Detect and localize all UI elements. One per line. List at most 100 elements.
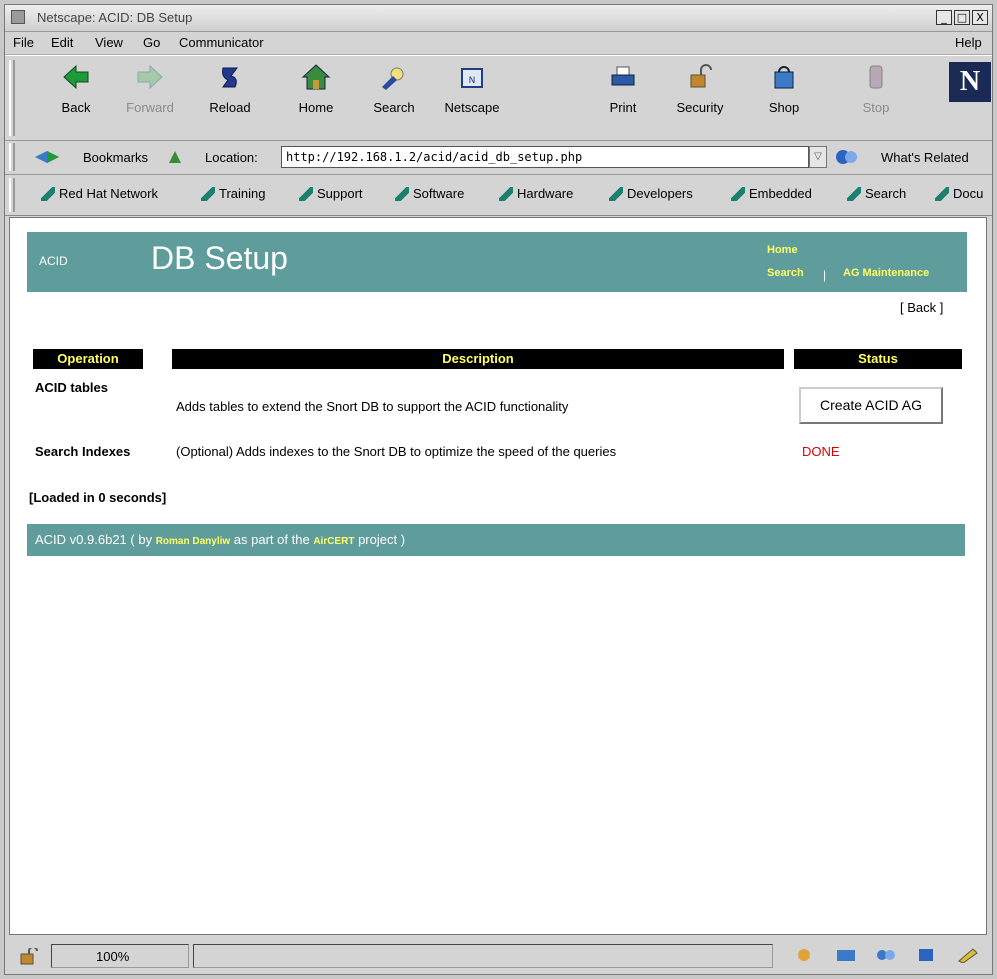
- bookmark-embedded[interactable]: Embedded: [731, 186, 812, 201]
- location-label: Location:: [205, 150, 258, 165]
- netscape-label: Netscape: [444, 100, 500, 115]
- bookmark-label: Developers: [627, 186, 693, 201]
- bookmark-label: Docu: [953, 186, 984, 201]
- search-icon: [359, 60, 429, 94]
- maximize-button[interactable]: □: [954, 10, 970, 25]
- description-acid-tables: Adds tables to extend the Snort DB to su…: [176, 399, 569, 414]
- navigator-icon[interactable]: [795, 947, 813, 966]
- bookmark-icon: [41, 186, 55, 201]
- description-search-indexes: (Optional) Adds indexes to the Snort DB …: [176, 444, 617, 459]
- netscape-portal-icon: N: [437, 60, 507, 94]
- back-button[interactable]: Back: [41, 60, 111, 115]
- security-status-icon[interactable]: [19, 946, 39, 969]
- personal-grip[interactable]: [9, 178, 15, 212]
- bookmark-label: Software: [413, 186, 465, 201]
- column-header-operation: Operation: [33, 349, 143, 369]
- toolbar-grip[interactable]: [9, 60, 15, 136]
- component-bar: [789, 944, 989, 968]
- whats-related-icon[interactable]: [833, 148, 863, 169]
- status-done: DONE: [802, 444, 840, 459]
- menu-file[interactable]: File: [13, 35, 34, 50]
- shop-label: Shop: [768, 100, 800, 115]
- footer-part-of: as part of the: [233, 532, 310, 547]
- loaded-time: [Loaded in 0 seconds]: [29, 490, 167, 505]
- home-link[interactable]: Home: [767, 244, 798, 256]
- menu-go[interactable]: Go: [143, 35, 160, 50]
- acid-label: ACID: [39, 254, 68, 268]
- bookmark-support[interactable]: Support: [299, 186, 363, 201]
- bookmark-icon: [499, 186, 513, 201]
- menu-view[interactable]: View: [95, 35, 123, 50]
- navigation-toolbar: Back Forward Reload Home Search N Netsca…: [5, 55, 992, 141]
- footer-project-end: project ): [358, 532, 406, 547]
- location-toolbar: Bookmarks Location: http://192.168.1.2/a…: [5, 140, 992, 175]
- bookmark-icon: [935, 186, 949, 201]
- menu-help[interactable]: Help: [955, 35, 982, 50]
- search-button[interactable]: Search: [359, 60, 429, 115]
- minimize-button[interactable]: _: [936, 10, 952, 25]
- bookmark-developers[interactable]: Developers: [609, 186, 693, 201]
- forward-button[interactable]: Forward: [115, 60, 185, 115]
- composer-icon[interactable]: [957, 947, 979, 966]
- zoom-level: 100%: [96, 949, 130, 964]
- url-field[interactable]: http://192.168.1.2/acid/acid_db_setup.ph…: [281, 146, 809, 168]
- bookmark-hardware[interactable]: Hardware: [499, 186, 573, 201]
- menu-bar: File Edit View Go Communicator Help: [5, 32, 992, 55]
- author-link[interactable]: Roman Danyliw: [156, 536, 230, 547]
- bookmark-docu[interactable]: Docu: [935, 186, 983, 201]
- bookmarks-button[interactable]: Bookmarks: [83, 150, 148, 165]
- shop-button[interactable]: Shop: [749, 60, 819, 115]
- column-header-description: Description: [172, 349, 784, 369]
- bookmark-icon: [201, 186, 215, 201]
- svg-text:N: N: [469, 76, 476, 86]
- netscape-button[interactable]: N Netscape: [437, 60, 507, 115]
- footer-by: ( by: [130, 532, 153, 547]
- bookmark-icon: [395, 186, 409, 201]
- progress-field: 100%: [51, 944, 189, 968]
- security-label: Security: [676, 100, 724, 115]
- reload-button[interactable]: Reload: [195, 60, 265, 115]
- page-content: ACID DB Setup Home Search | AG Maintenan…: [9, 217, 987, 935]
- menu-edit[interactable]: Edit: [51, 35, 73, 50]
- footer-version: ACID v0.9.6b21: [35, 532, 127, 547]
- location-grip[interactable]: [9, 143, 15, 171]
- bookmark-red-hat-network[interactable]: Red Hat Network: [41, 186, 158, 201]
- window-menu-button[interactable]: [11, 10, 25, 24]
- netscape-logo[interactable]: N: [949, 62, 991, 102]
- operation-acid-tables: ACID tables: [35, 380, 108, 395]
- forward-label: Forward: [126, 100, 174, 115]
- close-button[interactable]: X: [972, 10, 988, 25]
- menu-communicator[interactable]: Communicator: [179, 35, 264, 50]
- mail-icon[interactable]: [835, 947, 857, 966]
- printer-icon: [588, 60, 658, 94]
- print-button[interactable]: Print: [588, 60, 658, 115]
- back-arrow-icon: [41, 60, 111, 94]
- link-separator: |: [823, 268, 827, 282]
- url-dropdown-button[interactable]: ▽: [809, 146, 827, 168]
- bookmark-label: Search: [865, 186, 907, 201]
- home-button[interactable]: Home: [281, 60, 351, 115]
- create-acid-ag-button[interactable]: Create ACID AG: [799, 387, 943, 424]
- window-title: Netscape: ACID: DB Setup: [37, 10, 193, 25]
- operation-search-indexes: Search Indexes: [35, 444, 131, 459]
- whats-related-button[interactable]: What's Related: [881, 150, 969, 165]
- bookmark-software[interactable]: Software: [395, 186, 464, 201]
- column-header-status: Status: [794, 349, 962, 369]
- forward-arrow-icon: [115, 60, 185, 94]
- newsgroups-icon[interactable]: [875, 947, 897, 966]
- padlock-icon: [665, 60, 735, 94]
- search-link[interactable]: Search: [767, 267, 804, 279]
- address-book-icon[interactable]: [917, 947, 935, 966]
- back-link[interactable]: [ Back ]: [900, 300, 943, 315]
- bookmarks-icon[interactable]: [33, 149, 61, 168]
- bookmark-label: Hardware: [517, 186, 574, 201]
- ag-maintenance-link[interactable]: AG Maintenance: [843, 267, 929, 279]
- aircert-link[interactable]: AirCERT: [313, 536, 354, 547]
- bookmark-search[interactable]: Search: [847, 186, 906, 201]
- location-icon[interactable]: [167, 149, 183, 168]
- security-button[interactable]: Security: [665, 60, 735, 115]
- stop-button[interactable]: Stop: [841, 60, 911, 115]
- bookmark-training[interactable]: Training: [201, 186, 265, 201]
- bookmark-label: Red Hat Network: [59, 186, 158, 201]
- page-header: ACID DB Setup Home Search | AG Maintenan…: [27, 232, 967, 292]
